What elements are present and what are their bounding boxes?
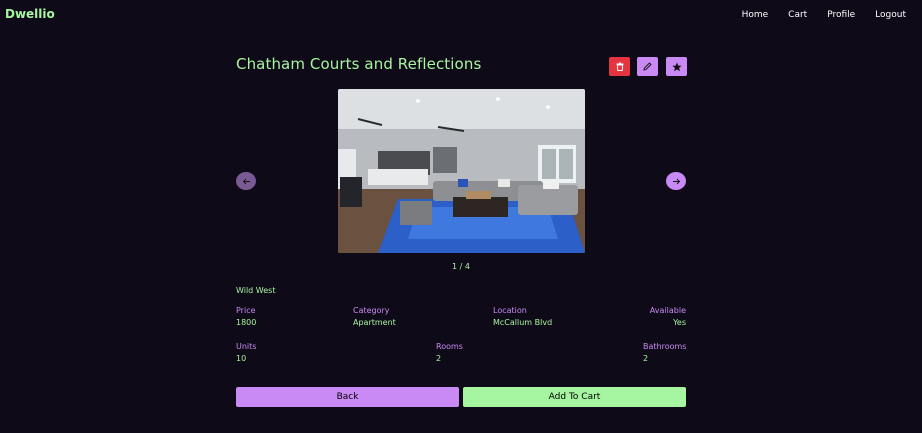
edit-button[interactable] [637, 57, 658, 76]
nav-home-link[interactable]: Home [742, 10, 769, 20]
available-label: Available [649, 306, 686, 315]
listing-title: Chatham Courts and Reflections [236, 55, 482, 73]
arrow-left-icon [242, 178, 250, 184]
back-button[interactable]: Back [236, 387, 459, 407]
navbar: Dwellio Home Cart Profile Logout [0, 0, 922, 30]
prev-image-button[interactable] [236, 172, 256, 190]
available-field: Available Yes [650, 305, 686, 329]
star-icon [671, 62, 682, 71]
rooms-field: Rooms 2 [436, 341, 463, 365]
next-image-button[interactable] [666, 172, 686, 190]
nav-links: Home Cart Profile Logout [742, 10, 906, 20]
pencil-icon [643, 62, 652, 71]
price-label: Price [236, 306, 256, 315]
price-value: 1800 [236, 318, 257, 327]
brand-logo[interactable]: Dwellio [5, 7, 55, 21]
bathrooms-value: 2 [643, 354, 649, 363]
favorite-button[interactable] [666, 57, 687, 76]
nav-profile-link[interactable]: Profile [827, 10, 855, 20]
units-field: Units 10 [236, 341, 256, 365]
listing-area: Wild West [236, 286, 276, 295]
available-value: Yes [673, 318, 686, 327]
listing-photo [338, 89, 585, 253]
image-counter: 1 / 4 [452, 262, 470, 271]
arrow-right-icon [672, 178, 680, 184]
nav-cart-link[interactable]: Cart [788, 10, 807, 20]
location-label: Location [493, 306, 527, 315]
units-value: 10 [236, 354, 247, 363]
nav-logout-link[interactable]: Logout [875, 10, 906, 20]
category-value: Apartment [353, 318, 396, 327]
location-field: Location McCallum Blvd [493, 305, 552, 329]
bathrooms-field: Bathrooms 2 [643, 341, 686, 365]
rooms-value: 2 [436, 354, 442, 363]
rooms-label: Rooms [436, 342, 463, 351]
living-room-image [338, 89, 585, 253]
units-label: Units [236, 342, 257, 351]
delete-button[interactable] [609, 57, 630, 76]
trash-icon [616, 62, 623, 71]
location-value: McCallum Blvd [493, 318, 553, 327]
add-to-cart-button[interactable]: Add To Cart [463, 387, 686, 407]
category-field: Category Apartment [353, 305, 396, 329]
price-field: Price 1800 [236, 305, 256, 329]
category-label: Category [353, 306, 390, 315]
bathrooms-label: Bathrooms [643, 342, 687, 351]
